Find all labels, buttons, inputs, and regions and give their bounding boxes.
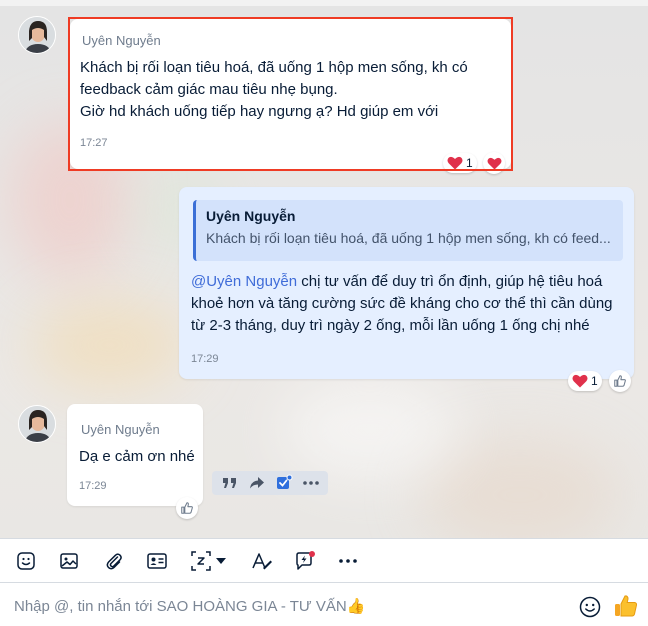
mention-link[interactable]: @Uyên Nguyễn [191, 273, 297, 290]
message-line: Giờ hd khách uống tiếp hay ngưng ạ? Hd g… [80, 103, 439, 120]
task-check-icon [276, 474, 292, 489]
more-icon [302, 481, 319, 485]
sender-name: Uyên Nguyễn [82, 33, 161, 48]
smiley-icon [579, 596, 601, 618]
create-task-button[interactable] [273, 473, 295, 493]
chevron-down-icon [216, 558, 226, 564]
message-text: Khách bị rối loạn tiêu hoá, đã uống 1 hộ… [80, 57, 468, 123]
previous-message-edge [0, 0, 648, 6]
heart-icon [572, 374, 588, 388]
background-blur [30, 300, 190, 390]
message-bubble[interactable]: Uyên Nguyễn Dạ e cảm ơn nhé 17:29 [67, 404, 203, 506]
screenshot-icon [191, 551, 211, 571]
thumbs-up-icon [181, 502, 193, 514]
avatar[interactable] [18, 16, 56, 54]
like-react-button[interactable] [176, 497, 198, 519]
attach-file-button[interactable] [102, 549, 126, 573]
avatar[interactable] [18, 405, 56, 443]
reaction-count: 1 [466, 156, 473, 170]
screenshot-options-button[interactable] [214, 549, 228, 573]
heart-icon [487, 157, 501, 170]
own-message-bubble[interactable]: Uyên Nguyễn Khách bị rối loạn tiêu hoá, … [179, 187, 634, 379]
message-time: 17:29 [191, 353, 219, 365]
emoji-button[interactable] [578, 595, 602, 619]
react-button[interactable] [483, 152, 505, 174]
quote-icon [222, 478, 236, 488]
chat-area: Uyên Nguyễn Khách bị rối loạn tiêu hoá, … [0, 0, 648, 538]
image-button[interactable] [57, 549, 81, 573]
quick-message-icon [296, 551, 315, 570]
message-line: Khách bị rối loạn tiêu hoá, đã uống 1 hộ… [80, 59, 468, 76]
sticker-button[interactable] [14, 549, 38, 573]
quote-text: Khách bị rối loạn tiêu hoá, đã uống 1 hộ… [206, 230, 611, 246]
reaction-summary[interactable]: 1 [568, 371, 602, 391]
background-blur [280, 380, 460, 480]
quoted-message[interactable]: Uyên Nguyễn Khách bị rối loạn tiêu hoá, … [193, 200, 623, 261]
share-icon [249, 477, 264, 489]
message-time: 17:27 [80, 137, 108, 149]
more-tools-button[interactable] [336, 549, 360, 573]
quick-message-button[interactable] [293, 549, 317, 573]
heart-icon [447, 156, 463, 170]
more-icon [339, 559, 357, 563]
sender-name: Uyên Nguyễn [81, 422, 160, 437]
quick-like-button[interactable] [612, 592, 640, 620]
like-react-button[interactable] [609, 370, 631, 392]
message-composer: Nhập @, tin nhắn tới SAO HOÀNG GIA - TƯ … [0, 582, 648, 626]
text-format-icon [252, 553, 272, 570]
background-blur [420, 440, 620, 538]
message-line: từ 2-3 tháng, duy trì ngày 2 ống, mỗi lầ… [191, 317, 590, 334]
message-line: feedback cảm giác mau tiêu nhẹ bụng. [80, 81, 338, 98]
message-line: khoẻ hơn và tăng cường sức đề kháng cho … [191, 295, 613, 312]
image-icon [60, 553, 78, 569]
message-input[interactable]: Nhập @, tin nhắn tới SAO HOÀNG GIA - TƯ … [14, 597, 365, 615]
quote-sender: Uyên Nguyễn [206, 208, 296, 224]
attachment-icon [106, 553, 122, 570]
sticker-icon [17, 552, 35, 570]
contact-card-icon [147, 553, 167, 569]
contact-card-button[interactable] [145, 549, 169, 573]
message-text: @Uyên Nguyễn chị tư vấn để duy trì ổn đị… [191, 271, 613, 337]
screenshot-button[interactable] [189, 549, 213, 573]
message-actions [212, 471, 328, 495]
reply-button[interactable] [219, 473, 241, 493]
message-bubble[interactable]: Uyên Nguyễn Khách bị rối loạn tiêu hoá, … [70, 19, 511, 169]
message-text: Dạ e cảm ơn nhé [79, 448, 195, 465]
forward-button[interactable] [246, 473, 268, 493]
reaction-count: 1 [591, 374, 598, 388]
text-format-button[interactable] [250, 549, 274, 573]
thumbs-up-icon [615, 595, 638, 617]
more-actions-button[interactable] [300, 473, 322, 493]
thumbs-up-icon [614, 375, 626, 387]
reaction-summary[interactable]: 1 [443, 153, 477, 173]
composer-toolbar [0, 538, 648, 582]
message-time: 17:29 [79, 480, 107, 492]
message-line: chị tư vấn để duy trì ổn định, giúp hệ t… [297, 273, 603, 290]
